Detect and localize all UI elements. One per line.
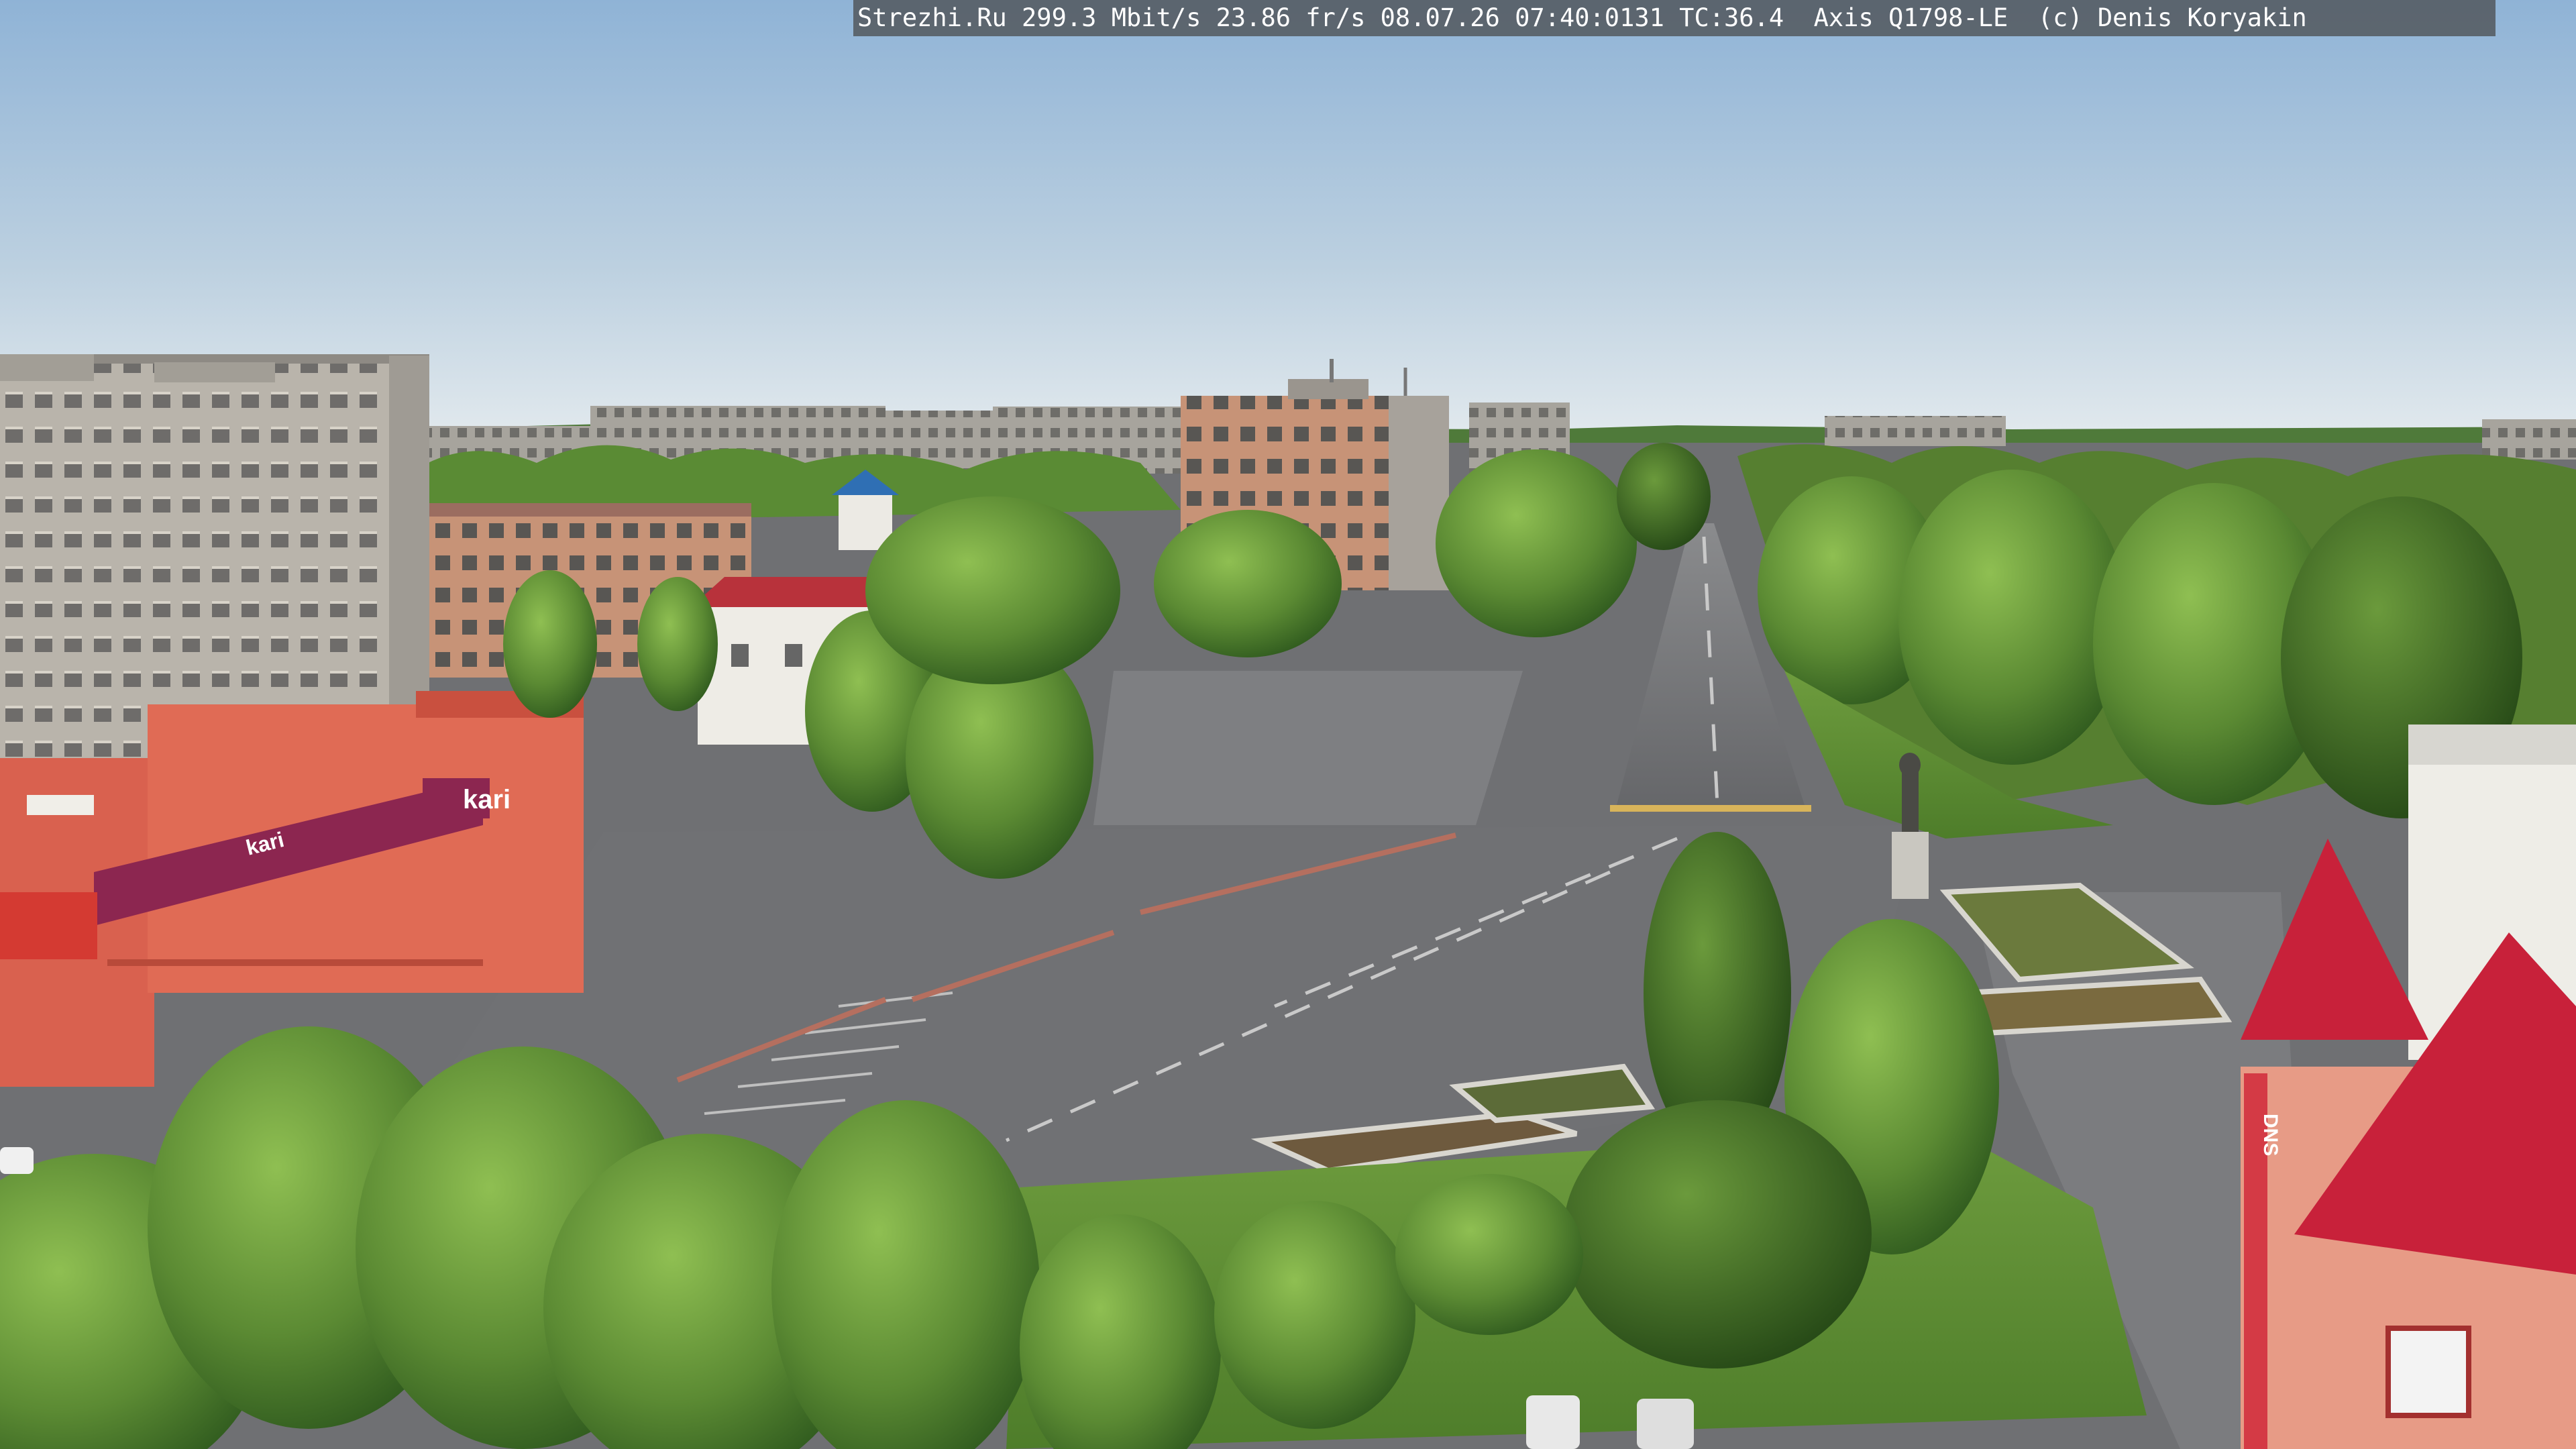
plaza [1093, 671, 1523, 825]
camera-overlay-text: Strezhi.Ru 299.3 Mbit/s 23.86 fr/s 08.07… [853, 0, 2496, 36]
kari-sign: kari [463, 785, 511, 814]
camera-view: kari kari DNS Strezhi.Ru 299.3 Mbit/s 23… [0, 0, 2576, 1449]
city-scene: kari kari DNS [0, 0, 2576, 1449]
dns-sign: DNS [2259, 1114, 2282, 1156]
